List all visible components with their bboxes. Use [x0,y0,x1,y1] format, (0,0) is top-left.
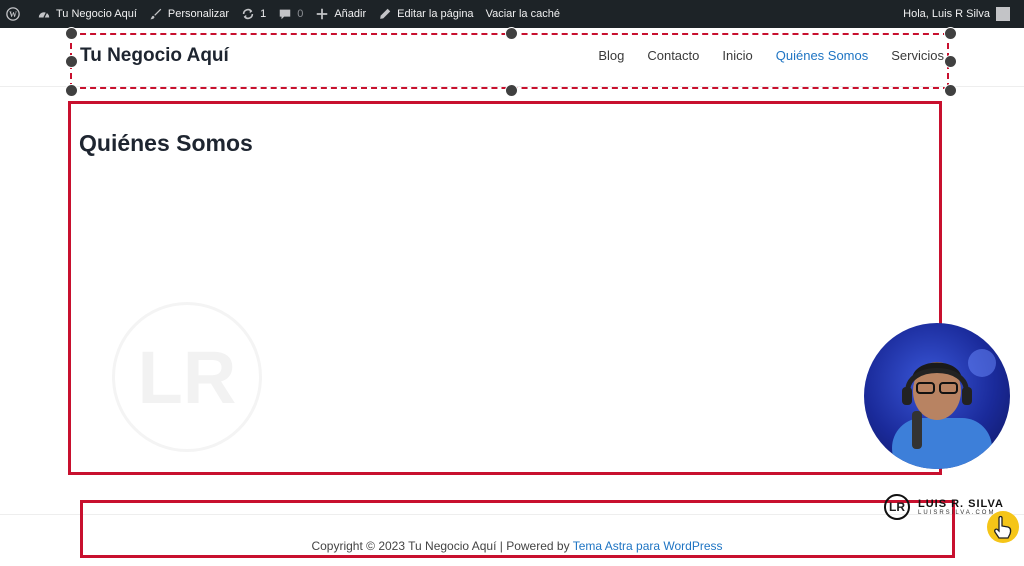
comment-icon [278,7,292,21]
resize-handle-bottom-left[interactable] [65,84,78,97]
header-selection-frame[interactable] [70,33,949,89]
refresh-icon [241,7,255,21]
clear-cache-label: Vaciar la caché [485,8,560,20]
resize-handle-middle-left[interactable] [65,55,78,68]
resize-handle-top-left[interactable] [65,27,78,40]
comments-count: 0 [297,8,304,20]
wordpress-logo-button[interactable]: W [0,0,31,28]
edit-page-label: Editar la página [397,8,474,20]
user-account-menu[interactable]: Hola, Luis R Silva [903,7,1024,21]
astra-theme-link[interactable]: Tema Astra para WordPress [573,539,723,553]
add-new-link[interactable]: Añadir [309,0,372,28]
user-greeting: Hola, Luis R Silva [903,8,990,20]
add-new-label: Añadir [334,8,367,20]
pencil-icon [378,7,392,21]
presenter-webcam [864,323,1010,469]
footer-copyright: Copyright © 2023 Tu Negocio Aquí | Power… [0,539,1024,553]
resize-handle-bottom-center[interactable] [505,84,518,97]
updates-link[interactable]: 1 [235,0,272,28]
svg-text:W: W [9,10,17,19]
resize-handle-middle-right[interactable] [944,55,957,68]
clear-cache-link[interactable]: Vaciar la caché [480,0,566,28]
resize-handle-top-center[interactable] [505,27,518,40]
comments-link[interactable]: 0 [272,0,309,28]
updates-count: 1 [260,8,267,20]
brand-name: LUIS R. SILVA [918,498,1004,510]
page-title: Quiénes Somos [79,130,253,156]
resize-handle-top-right[interactable] [944,27,957,40]
edit-page-link[interactable]: Editar la página [372,0,479,28]
brand-logo-icon: LR [884,494,910,520]
watermark-logo: LR [112,302,262,452]
presenter-figure [892,349,996,469]
pointing-hand-icon [987,511,1019,543]
wordpress-icon: W [6,7,20,21]
copyright-text: Copyright © 2023 Tu Negocio Aquí | Power… [311,539,573,553]
customize-label: Personalizar [167,8,230,20]
site-name-label: Tu Negocio Aquí [56,8,137,20]
user-avatar [996,7,1010,21]
brush-icon [149,7,163,21]
site-name-link[interactable]: Tu Negocio Aquí [31,0,143,28]
customize-link[interactable]: Personalizar [143,0,235,28]
dashboard-icon [37,7,51,21]
admin-bar: W Tu Negocio Aquí Personalizar 1 0 Añadi… [0,0,1024,28]
plus-icon [315,7,329,21]
resize-handle-bottom-right[interactable] [944,84,957,97]
